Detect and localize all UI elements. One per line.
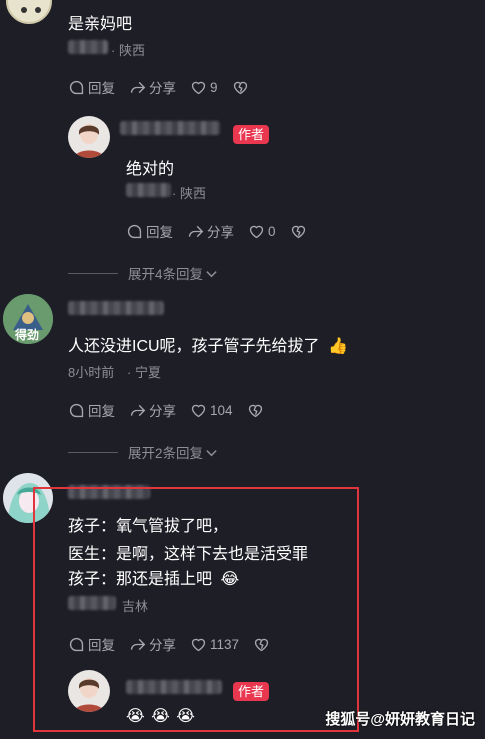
expand-replies-button[interactable]: 展开4条回复 bbox=[68, 263, 218, 283]
reply-actions: 回复 分享 0 bbox=[126, 221, 321, 241]
blurred-username bbox=[68, 40, 108, 54]
comment-time: 8小时前 bbox=[68, 365, 115, 380]
reply-icon bbox=[127, 224, 142, 238]
reply-button[interactable]: 回复 bbox=[126, 221, 173, 241]
dislike-button[interactable] bbox=[232, 79, 249, 96]
divider bbox=[68, 272, 118, 274]
comment-text: 是亲妈吧 bbox=[68, 16, 133, 33]
share-button[interactable]: 分享 bbox=[129, 77, 176, 97]
comment-text: 人还没进ICU呢，孩子管子先给拔了 👍 bbox=[68, 338, 348, 355]
like-count: 104 bbox=[210, 402, 233, 418]
blurred-username bbox=[120, 121, 220, 135]
like-button[interactable]: 0 bbox=[248, 223, 276, 240]
avatar[interactable]: 得劲 bbox=[3, 294, 53, 344]
heart-icon bbox=[191, 404, 206, 417]
share-icon bbox=[130, 81, 146, 93]
reply-button[interactable]: 回复 bbox=[68, 400, 115, 420]
avatar-label: 得劲 bbox=[15, 328, 40, 342]
comment-actions: 回复 分享 104 bbox=[68, 400, 278, 420]
divider bbox=[68, 451, 118, 453]
share-icon bbox=[188, 225, 204, 237]
like-button[interactable]: 9 bbox=[190, 79, 218, 96]
broken-heart-icon bbox=[291, 225, 305, 238]
comment-location: · 宁夏 bbox=[127, 365, 161, 380]
reply-text: 绝对的 bbox=[126, 161, 175, 178]
chevron-down-icon bbox=[206, 270, 217, 277]
like-count: 0 bbox=[268, 223, 276, 239]
heart-icon bbox=[249, 225, 264, 238]
like-button[interactable]: 104 bbox=[190, 402, 233, 419]
person-avatar-icon bbox=[74, 124, 104, 158]
like-count: 9 bbox=[210, 79, 218, 95]
comment-location: · 陕西 bbox=[111, 43, 145, 58]
dislike-button[interactable] bbox=[247, 402, 264, 419]
comment-actions: 回复 分享 9 bbox=[68, 77, 263, 97]
blurred-username bbox=[126, 183, 171, 197]
broken-heart-icon bbox=[233, 81, 247, 94]
thumbs-up-emoji: 👍 bbox=[328, 338, 348, 355]
avatar[interactable] bbox=[6, 0, 52, 24]
author-badge: 作者 bbox=[233, 125, 270, 144]
share-button[interactable]: 分享 bbox=[129, 400, 176, 420]
highlight-frame bbox=[33, 487, 359, 732]
avatar-image-icon bbox=[21, 7, 41, 13]
reply-icon bbox=[69, 80, 84, 94]
dislike-button[interactable] bbox=[290, 223, 307, 240]
share-icon bbox=[130, 404, 146, 416]
chevron-down-icon bbox=[206, 449, 217, 456]
reply-icon bbox=[69, 403, 84, 417]
blurred-username bbox=[68, 301, 164, 315]
watermark: 搜狐号@妍妍教育日记 bbox=[325, 711, 475, 728]
broken-heart-icon bbox=[248, 404, 262, 417]
author-avatar[interactable] bbox=[68, 116, 110, 158]
expand-replies-button[interactable]: 展开2条回复 bbox=[68, 442, 218, 462]
reply-location: · 陕西 bbox=[172, 186, 206, 201]
share-button[interactable]: 分享 bbox=[187, 221, 234, 241]
heart-icon bbox=[191, 81, 206, 94]
reply-button[interactable]: 回复 bbox=[68, 77, 115, 97]
